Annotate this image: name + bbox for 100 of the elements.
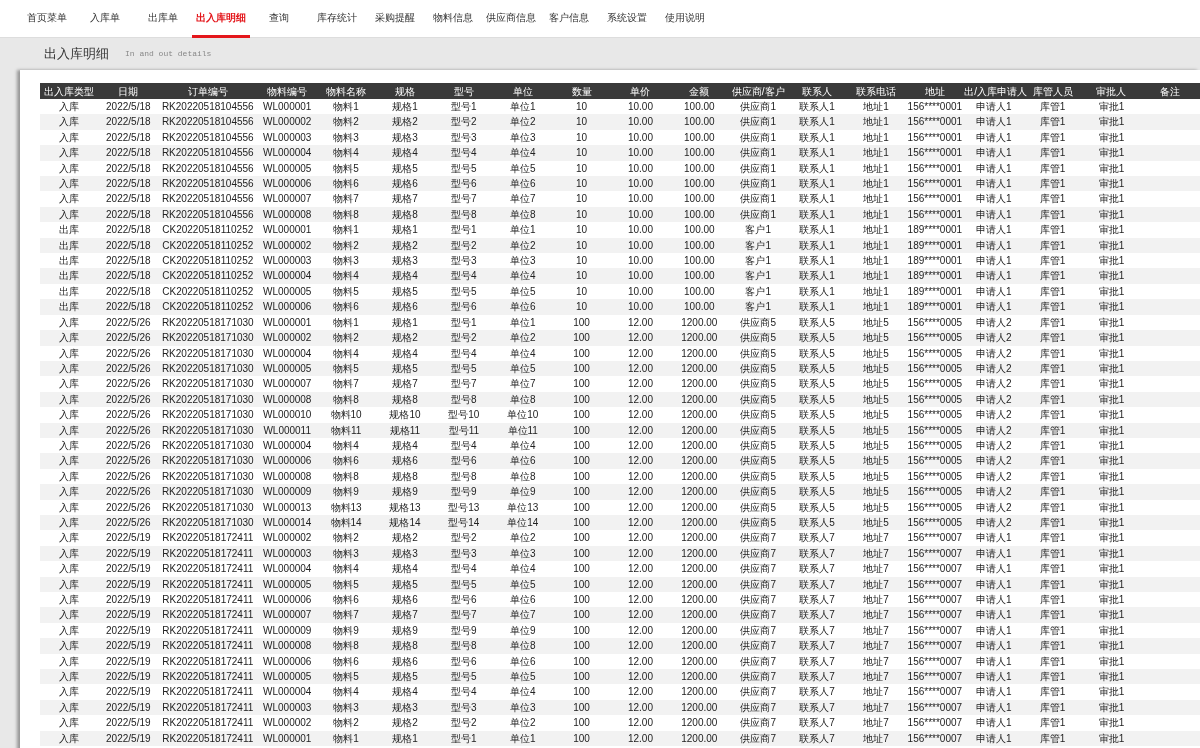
nav-tab[interactable]: 首页菜单: [18, 0, 76, 38]
nav-tab[interactable]: 供应商信息: [482, 0, 540, 38]
table-cell: 100: [552, 391, 611, 408]
table-cell: RK20220518104556: [157, 145, 258, 161]
table-cell: 供应商5: [728, 314, 788, 331]
table-cell: 联系人5: [787, 376, 847, 392]
table-cell: 物料13: [316, 499, 376, 515]
table-cell: 库管1: [1023, 715, 1082, 731]
nav-tab[interactable]: 物料信息: [424, 0, 482, 38]
table-cell: 库管1: [1023, 376, 1082, 392]
table-cell: 2022/5/19: [98, 730, 158, 747]
table-cell: 单位8: [493, 206, 553, 223]
table-cell: 156****0007: [905, 545, 965, 562]
table-cell: 库管1: [1023, 330, 1082, 346]
table-cell: 单位5: [493, 360, 553, 377]
table-cell: 规格2: [375, 330, 435, 346]
table-cell: 供应商7: [728, 530, 788, 546]
table-cell: 审批1: [1082, 669, 1141, 685]
column-header: 供应商/客户: [728, 83, 788, 99]
table-cell: 供应商5: [728, 407, 788, 423]
table-cell: 物料6: [316, 299, 376, 315]
table-cell: 单位8: [493, 468, 553, 485]
table-cell: 供应商5: [728, 330, 788, 346]
nav-tab[interactable]: 库存统计: [308, 0, 366, 38]
table-cell: 库管1: [1023, 391, 1082, 408]
table-cell: 物料5: [316, 360, 376, 377]
table-cell: 1200.00: [669, 376, 729, 392]
table-cell: 申请人1: [964, 129, 1024, 146]
table-cell: 联系人1: [787, 299, 847, 315]
table-cell: 库管1: [1023, 699, 1082, 716]
table-cell: WL000003: [257, 545, 317, 562]
table-cell: 单位7: [493, 376, 553, 392]
table-cell: 库管1: [1023, 206, 1082, 223]
table-cell: 100.00: [669, 222, 729, 238]
table-cell: 2022/5/26: [98, 345, 158, 361]
table-cell: 型号5: [434, 576, 494, 592]
table-cell: 客户1: [728, 253, 788, 269]
table-cell: 申请人2: [964, 345, 1024, 361]
column-header: 单价: [611, 83, 670, 99]
table-cell: WL000008: [257, 638, 317, 654]
table-cell: 联系人1: [787, 283, 847, 300]
nav-tab[interactable]: 查询: [250, 0, 308, 38]
table-cell: 100: [552, 330, 611, 346]
table-cell: 单位4: [493, 437, 553, 454]
table-cell: 库管1: [1023, 407, 1082, 423]
table-cell: 审批1: [1082, 607, 1141, 623]
table-cell: 100: [552, 530, 611, 546]
table-cell: 审批1: [1082, 360, 1141, 377]
table-cell: 189****0001: [905, 299, 965, 315]
table-cell: 规格6: [375, 299, 435, 315]
table-cell: 100: [552, 592, 611, 608]
nav-tab[interactable]: 出库单: [134, 0, 192, 38]
table-cell: RK20220518171030: [157, 453, 258, 469]
table-cell: 联系人5: [787, 330, 847, 346]
table-cell: WL000009: [257, 484, 317, 500]
table-cell: 189****0001: [905, 268, 965, 284]
table-cell: 单位9: [493, 622, 553, 639]
table-cell: 1200.00: [669, 622, 729, 639]
table-cell: 2022/5/26: [98, 314, 158, 331]
table-cell: 审批1: [1082, 468, 1141, 485]
table-cell: 100.00: [669, 114, 729, 130]
table-cell: 申请人1: [964, 669, 1024, 685]
table-cell: 物料5: [316, 160, 376, 177]
table-cell: 规格6: [375, 176, 435, 192]
table-cell: 1200.00: [669, 638, 729, 654]
table-cell: 型号4: [434, 561, 494, 577]
nav-tab[interactable]: 系统设置: [598, 0, 656, 38]
table-cell: 联系人5: [787, 468, 847, 485]
table-cell: 库管1: [1023, 669, 1082, 685]
table-cell: 单位4: [493, 684, 553, 700]
table-cell: 供应商5: [728, 453, 788, 469]
page-subtitle: In and out details: [125, 48, 212, 60]
nav-tab[interactable]: 采购提醒: [366, 0, 424, 38]
table-cell: WL000005: [257, 360, 317, 377]
table-cell: WL000001: [257, 314, 317, 331]
table-cell: 100: [552, 699, 611, 716]
nav-tab[interactable]: 使用说明: [656, 0, 714, 38]
table-cell: 审批1: [1082, 391, 1141, 408]
table-cell: 10.00: [611, 129, 670, 146]
table-cell: 入库: [40, 530, 99, 546]
table-cell: 物料1: [316, 222, 376, 238]
nav-tab[interactable]: 出入库明细: [192, 0, 250, 38]
table-cell: 审批1: [1082, 653, 1141, 670]
table-cell: 156****0007: [905, 715, 965, 731]
table-cell: 审批1: [1082, 191, 1141, 207]
table-cell: 型号13: [434, 499, 494, 515]
table-cell: 156****0005: [905, 345, 965, 361]
table-cell: 10: [552, 160, 611, 177]
table-cell: 库管1: [1023, 145, 1082, 161]
table-cell: 物料8: [316, 391, 376, 408]
table-cell: 型号1: [434, 314, 494, 331]
table-cell: 出库: [40, 299, 99, 315]
nav-tab[interactable]: 客户信息: [540, 0, 598, 38]
table-cell: 联系人5: [787, 391, 847, 408]
table-cell: 规格2: [375, 530, 435, 546]
table-cell: RK20220518172411: [157, 699, 258, 716]
table-cell: 规格1: [375, 222, 435, 238]
table-cell: 2022/5/26: [98, 391, 158, 408]
nav-tab[interactable]: 入库单: [76, 0, 134, 38]
table-cell: 100: [552, 576, 611, 592]
